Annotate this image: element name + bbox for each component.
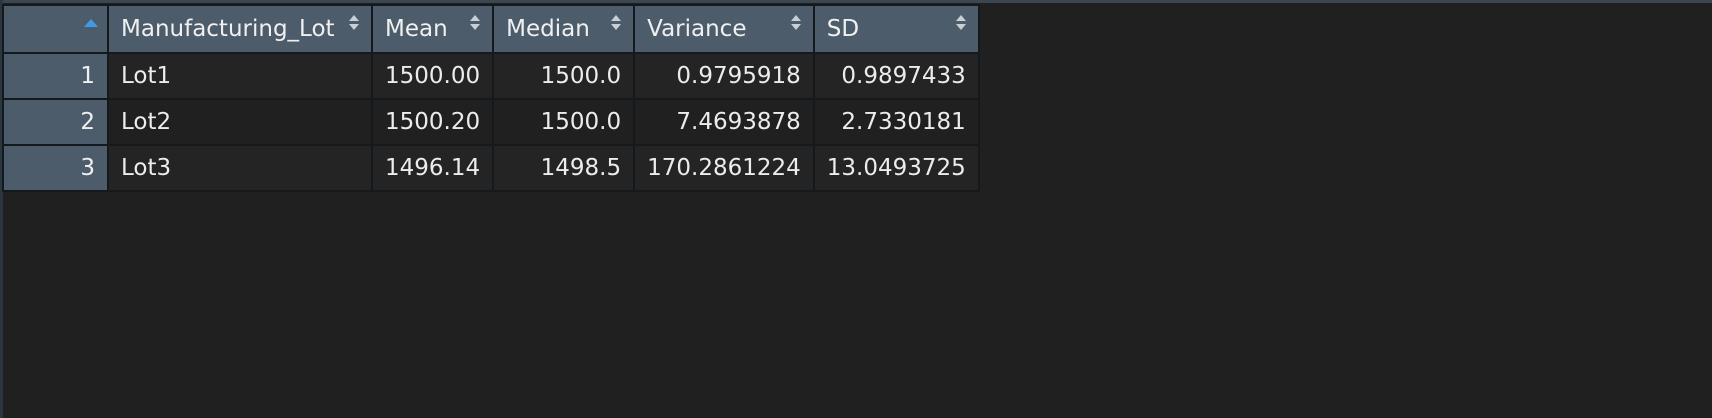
rowname-header[interactable] xyxy=(2,4,109,54)
sort-icon[interactable] xyxy=(955,15,968,35)
table-row: 1 Lot1 1500.00 1500.0 0.9795918 0.989743… xyxy=(2,52,980,100)
table-cell: 1500.0 xyxy=(492,52,636,100)
column-header-mean[interactable]: Mean xyxy=(370,4,495,54)
table-cell: 1496.14 xyxy=(370,144,495,192)
table-cell: 170.2861224 xyxy=(633,144,815,192)
row-number: 3 xyxy=(2,144,109,192)
column-header-label: Variance xyxy=(647,16,747,42)
column-header-label: Manufacturing_Lot xyxy=(121,16,335,42)
table-row: 3 Lot3 1496.14 1498.5 170.2861224 13.049… xyxy=(2,144,980,192)
column-header-manufacturing-lot[interactable]: Manufacturing_Lot xyxy=(107,4,373,54)
column-header-median[interactable]: Median xyxy=(492,4,636,54)
sort-icon[interactable] xyxy=(611,15,623,35)
column-header-label: Median xyxy=(506,16,590,42)
table-cell: 2.7330181 xyxy=(812,98,980,146)
row-number: 1 xyxy=(2,52,109,100)
row-number: 2 xyxy=(2,98,109,146)
table-cell: 1498.5 xyxy=(492,144,636,192)
data-table: Manufacturing_Lot Mean Median Variance S… xyxy=(2,4,980,192)
sort-icon[interactable] xyxy=(790,15,803,35)
column-header-label: Mean xyxy=(385,16,448,42)
sort-icon[interactable] xyxy=(470,15,482,35)
column-header-variance[interactable]: Variance xyxy=(633,4,815,54)
table-cell: Lot2 xyxy=(107,98,373,146)
header-row: Manufacturing_Lot Mean Median Variance S… xyxy=(2,4,980,54)
table-cell: 0.9897433 xyxy=(812,52,980,100)
table-cell: 13.0493725 xyxy=(812,144,980,192)
table-cell: 7.4693878 xyxy=(633,98,815,146)
table-cell: 0.9795918 xyxy=(633,52,815,100)
top-border xyxy=(0,0,1712,3)
column-header-sd[interactable]: SD xyxy=(812,4,980,54)
sort-icon[interactable] xyxy=(349,15,361,35)
table-cell: Lot3 xyxy=(107,144,373,192)
table-cell: 1500.20 xyxy=(370,98,495,146)
table-row: 2 Lot2 1500.20 1500.0 7.4693878 2.733018… xyxy=(2,98,980,146)
sort-ascending-icon[interactable] xyxy=(84,19,98,27)
column-header-label: SD xyxy=(826,16,860,42)
table-cell: 1500.0 xyxy=(492,98,636,146)
table-cell: Lot1 xyxy=(107,52,373,100)
table-cell: 1500.00 xyxy=(370,52,495,100)
